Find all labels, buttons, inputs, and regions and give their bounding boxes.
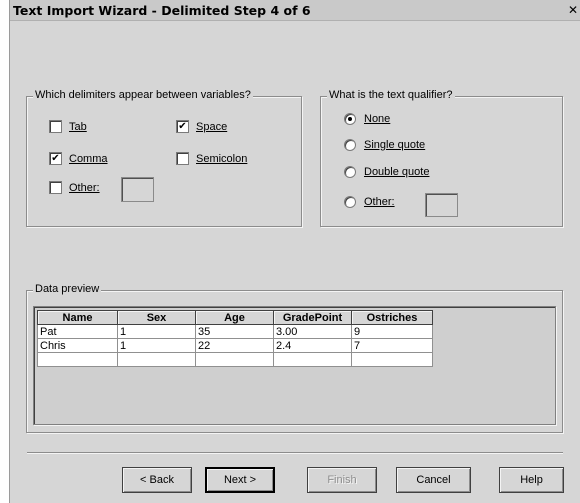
data-preview-group-label: Data preview [33,283,102,295]
table-row: Chris 1 22 2.4 7 [37,338,433,353]
back-button-label: < Back [140,474,174,486]
qualifier-other-radio[interactable]: Other: [344,196,395,208]
column-header-ostriches[interactable]: Ostriches [351,310,433,325]
qualifier-none-label: None [364,113,391,125]
checkmark-icon: ✔ [51,152,60,164]
window-title: Text Import Wizard - Delimited Step 4 of… [13,3,311,18]
column-header-name[interactable]: Name [37,310,118,325]
table-row: Pat 1 35 3.00 9 [37,324,433,339]
text-qualifier-group-label: What is the text qualifier? [327,89,455,101]
space-checkbox-label: Space [196,120,228,133]
qualifier-double-label: Double quote [364,166,430,178]
table-cell [273,352,352,367]
qualifier-single-radio[interactable]: Single quote [344,139,425,151]
qualifier-none-radio-dot[interactable] [344,113,356,125]
finish-button[interactable]: Finish [307,467,377,493]
table-cell [351,352,433,367]
preview-table: Name Sex Age GradePoint Ostriches Pat 1 … [37,310,433,367]
other-delimiter-input[interactable] [121,177,154,202]
table-cell: 9 [351,324,433,339]
button-separator [27,452,563,454]
other-delimiter-checkbox[interactable]: Other: [49,181,100,194]
back-button[interactable]: < Back [122,467,192,493]
table-cell [37,352,118,367]
space-checkbox-box[interactable]: ✔ [176,120,189,133]
preview-header-row: Name Sex Age GradePoint Ostriches [37,310,433,325]
qualifier-none-radio[interactable]: None [344,113,390,125]
table-cell: Chris [37,338,118,353]
column-header-gradepoint[interactable]: GradePoint [273,310,352,325]
help-button[interactable]: Help [499,467,564,493]
other-delimiter-checkbox-box[interactable] [49,181,62,194]
table-cell: 1 [117,324,196,339]
delimiters-group-label: Which delimiters appear between variable… [33,89,253,101]
qualifier-single-radio-dot[interactable] [344,139,356,151]
space-checkbox[interactable]: ✔ Space [176,120,227,133]
table-cell [117,352,196,367]
checkmark-icon: ✔ [178,120,187,132]
qualifier-double-radio[interactable]: Double quote [344,166,429,178]
tab-checkbox-box[interactable] [49,120,62,133]
finish-button-label: Finish [327,474,357,486]
help-button-label: Help [520,474,543,486]
table-cell: 7 [351,338,433,353]
tab-checkbox[interactable]: Tab [49,120,87,133]
text-import-wizard-dialog: Text Import Wizard - Delimited Step 4 of… [9,0,580,503]
table-cell: 35 [195,324,274,339]
radio-selected-dot [348,117,352,121]
qualifier-other-label: Other: [364,196,395,208]
other-delimiter-checkbox-label: Other: [69,181,100,194]
next-button-label: Next > [223,474,257,486]
column-header-age[interactable]: Age [195,310,274,325]
table-row [37,352,433,367]
close-icon[interactable]: ✕ [566,3,580,17]
qualifier-single-label: Single quote [364,139,426,151]
qualifier-other-radio-dot[interactable] [344,196,356,208]
cancel-button[interactable]: Cancel [396,467,471,493]
tab-checkbox-label: Tab [69,120,87,133]
comma-checkbox[interactable]: ✔ Comma [49,152,108,165]
table-cell: 3.00 [273,324,352,339]
qualifier-other-input[interactable] [425,193,458,217]
comma-checkbox-box[interactable]: ✔ [49,152,62,165]
table-cell: 1 [117,338,196,353]
semicolon-checkbox[interactable]: Semicolon [176,152,247,165]
qualifier-double-radio-dot[interactable] [344,166,356,178]
table-cell: 2.4 [273,338,352,353]
table-cell: Pat [37,324,118,339]
table-cell: 22 [195,338,274,353]
data-preview-grid[interactable]: Name Sex Age GradePoint Ostriches Pat 1 … [33,306,556,425]
text-qualifier-group: What is the text qualifier? None Single … [320,89,563,227]
next-button[interactable]: Next > [205,467,275,493]
cancel-button-label: Cancel [416,474,451,486]
column-header-sex[interactable]: Sex [117,310,196,325]
comma-checkbox-label: Comma [69,152,108,165]
title-bar: Text Import Wizard - Delimited Step 4 of… [10,0,580,21]
semicolon-checkbox-box[interactable] [176,152,189,165]
semicolon-checkbox-label: Semicolon [196,152,248,165]
table-cell [195,352,274,367]
delimiters-group: Which delimiters appear between variable… [26,89,302,227]
